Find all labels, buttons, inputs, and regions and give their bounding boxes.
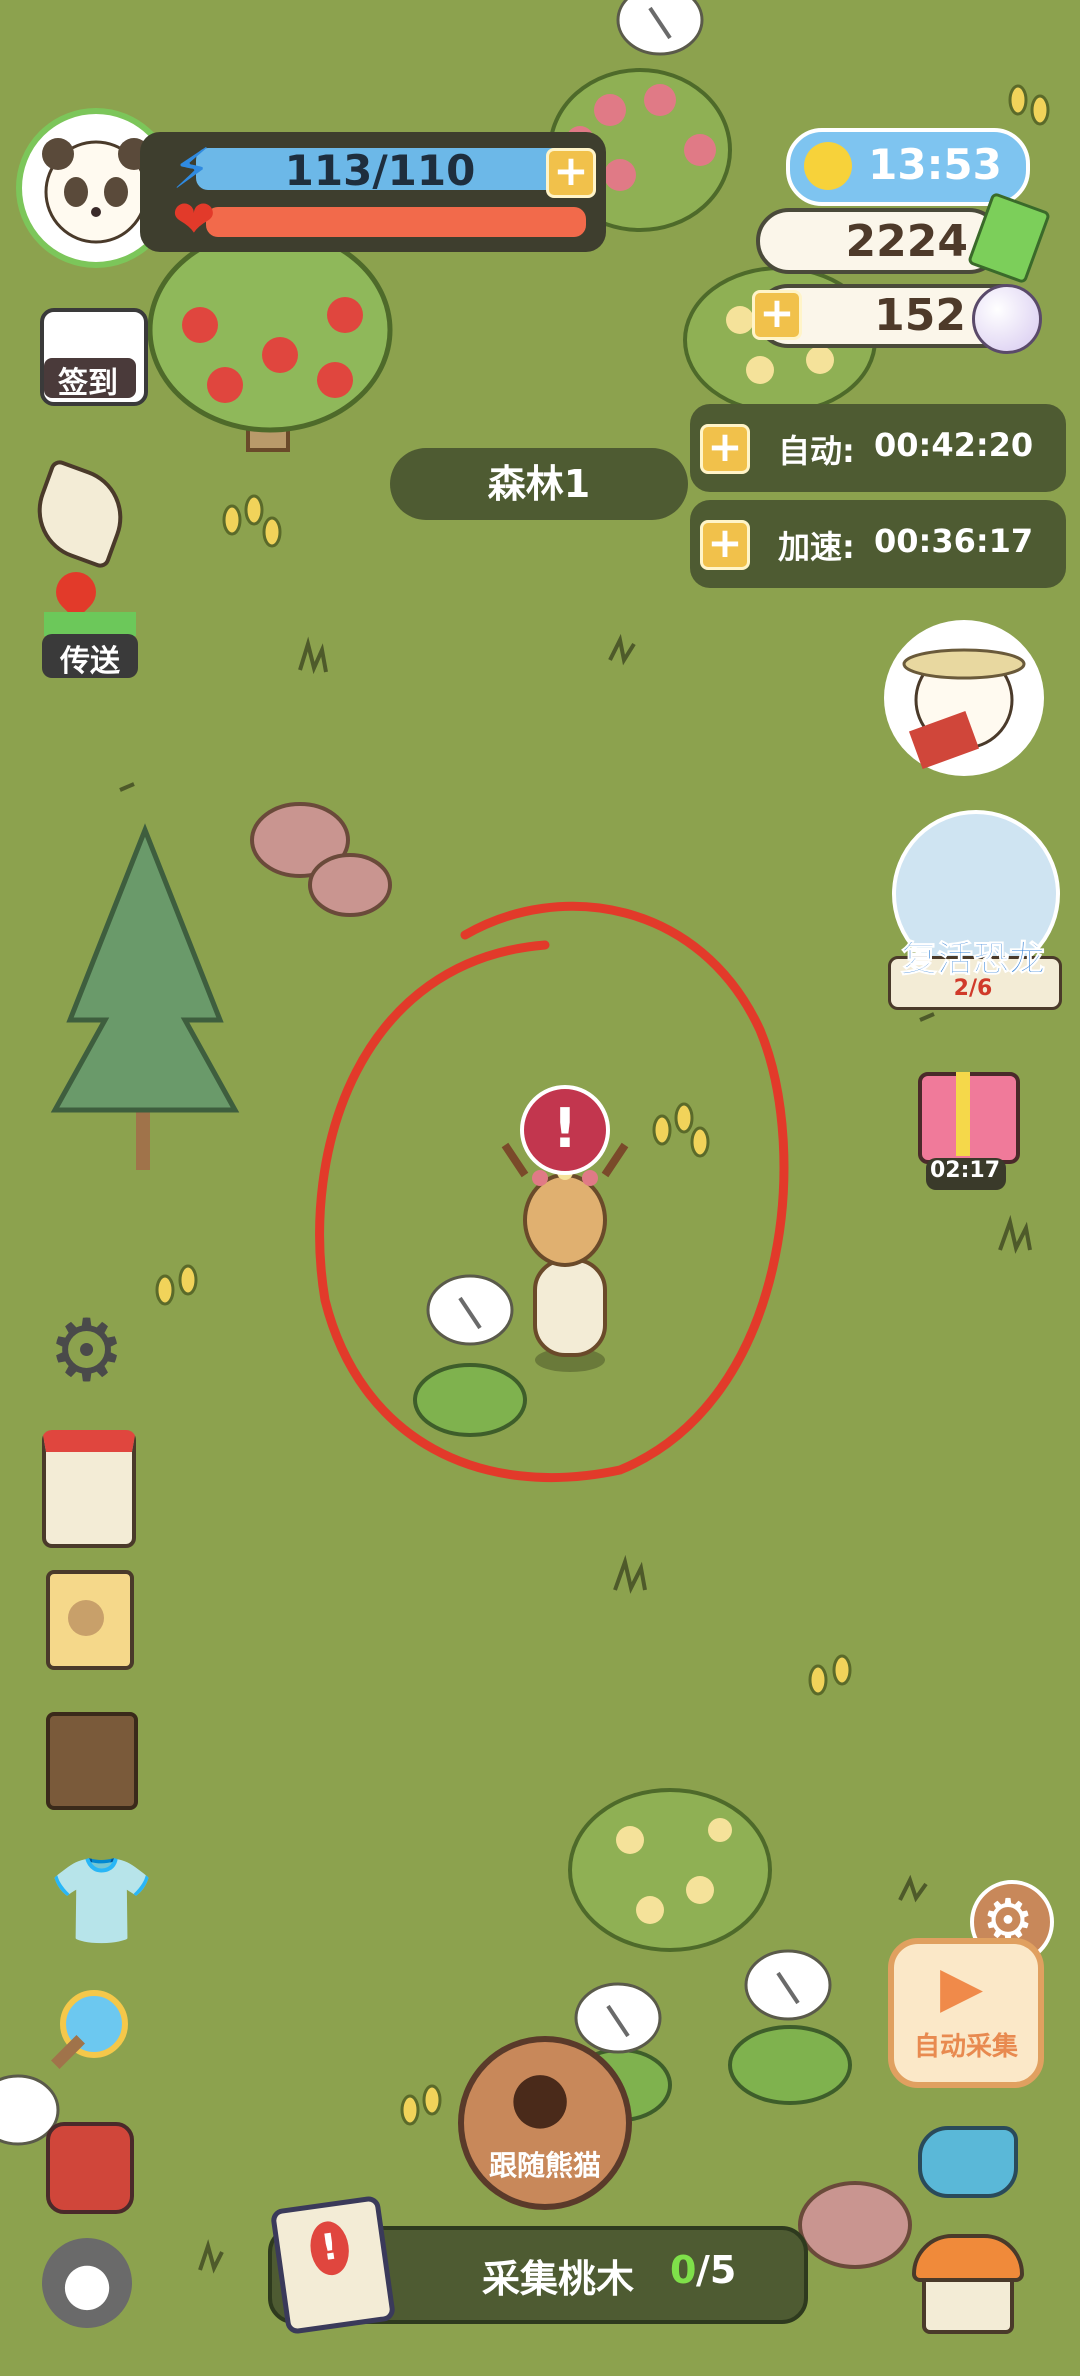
auto-collect-button[interactable]: ▶ 自动采集 <box>888 1938 1044 2088</box>
flower-bush-bottom <box>568 1788 772 1952</box>
apple-tree <box>147 227 393 452</box>
search-button[interactable] <box>40 1980 144 2084</box>
follow-panda-button[interactable]: ● 跟随熊猫 <box>458 2036 632 2210</box>
quest-progress-current: 0 <box>670 2248 697 2292</box>
pearl-plus-button[interactable]: + <box>752 290 802 340</box>
teleport-label: 传送 <box>60 644 120 679</box>
book-icon <box>46 1712 138 1810</box>
gift-box-button[interactable]: 02:17 <box>910 1062 1020 1192</box>
whistle-icon <box>918 2126 1018 2198</box>
coin-display: 2224 <box>756 208 1002 274</box>
sun-icon <box>804 142 852 190</box>
quest-progress-total: /5 <box>696 2248 737 2292</box>
rice-dumpling-icon <box>23 457 137 571</box>
heart-icon: ❤ <box>172 190 216 250</box>
energy-value: 113/110 <box>284 146 476 195</box>
gift-tag-button[interactable] <box>36 1560 140 1670</box>
backpack-button[interactable] <box>36 2112 140 2216</box>
energy-plus-button[interactable]: + <box>546 148 596 198</box>
paw-menu-button[interactable]: ● <box>36 2232 140 2336</box>
paw-icon: ● <box>42 2238 132 2328</box>
signin-label: 签到 <box>58 366 118 401</box>
deer-character <box>501 1142 629 1372</box>
play-icon: ▶ <box>940 1955 984 2020</box>
quest-clipboard-icon: ! <box>269 2194 397 2336</box>
alert-marker[interactable]: ! <box>520 1085 610 1175</box>
backpack-icon <box>46 2122 134 2214</box>
health-bar <box>206 207 586 237</box>
whistle-button[interactable] <box>912 2110 1018 2206</box>
npc-chat-button[interactable] <box>884 620 1044 776</box>
pearl-icon <box>972 284 1042 354</box>
auto-timer: + 自动: 00:42:20 <box>690 404 1066 492</box>
bag-button[interactable] <box>23 457 137 571</box>
speed-timer-value: 00:36:17 <box>874 522 1034 560</box>
revive-dino-label: 复活恐龙 <box>900 939 1045 981</box>
auto-collect-label: 自动采集 <box>913 2032 1018 2062</box>
gift-timer: 02:17 <box>929 1158 1001 1183</box>
grass-tuft-2 <box>998 1214 1032 1254</box>
journal-button[interactable] <box>36 1424 140 1548</box>
grass-tuft-3 <box>613 1554 647 1594</box>
speed-timer-label: 加速: <box>778 528 855 566</box>
house-button[interactable] <box>912 2230 1024 2334</box>
auto-plus-button[interactable]: + <box>700 424 750 474</box>
grass-tuft-1 <box>298 636 328 675</box>
location-name: 森林1 <box>487 462 591 506</box>
wardrobe-button[interactable]: 👕 <box>40 1848 155 1952</box>
dino-progress-text: 2/6 <box>953 976 993 1001</box>
follow-panda-label: 跟随熊猫 <box>488 2149 601 2182</box>
notebook-icon <box>42 1430 136 1548</box>
signin-button[interactable]: 签到 <box>36 302 148 406</box>
axe-bubble <box>616 0 704 56</box>
coin-count: 2224 <box>845 216 968 267</box>
quest-label: 采集桃木 <box>482 2257 635 2301</box>
recipe-book-button[interactable] <box>40 1704 144 1810</box>
paw-icon: ● <box>509 2055 571 2137</box>
panda-npc-icon <box>902 648 1026 770</box>
auto-timer-value: 00:42:20 <box>874 426 1034 464</box>
speed-timer: + 加速: 00:36:17 <box>690 500 1066 588</box>
clock-time: 13:53 <box>868 140 1002 189</box>
tshirt-icon: 👕 <box>48 1851 156 1951</box>
settings-button[interactable]: ⚙ <box>40 1300 144 1404</box>
revive-dino-button[interactable]: 复活恐龙 2/6 <box>888 810 1062 1010</box>
pine-tree <box>50 823 240 1170</box>
location-label: 森林1 <box>390 448 688 520</box>
speed-plus-button[interactable]: + <box>700 520 750 570</box>
game-scene: ! ⚡ 113/110 + ❤ 13:53 2224 152 + 森林1 + 自… <box>0 0 1080 2376</box>
teleport-button[interactable]: 传送 <box>38 563 142 679</box>
auto-timer-label: 自动: <box>778 432 855 470</box>
gear-icon: ⚙ <box>48 1301 126 1401</box>
pearl-count: 152 <box>874 290 966 341</box>
